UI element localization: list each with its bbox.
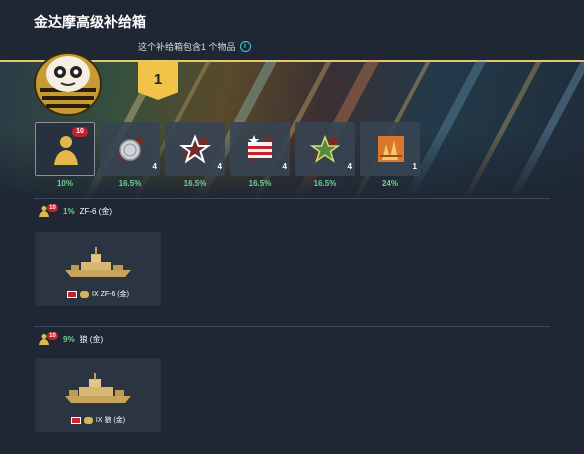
item-flag-stripes[interactable]: 4	[230, 122, 290, 176]
page-title: 金达摩高级补给箱	[34, 14, 146, 30]
item-count: 1	[153, 70, 163, 88]
item-camouflage[interactable]: 1	[360, 122, 420, 176]
item-qty: 4	[282, 162, 287, 171]
item-qty: 4	[152, 162, 157, 171]
ship-info: IX 狼 (金)	[35, 415, 161, 425]
group-name: ZF-6 (金)	[79, 206, 112, 216]
divider	[34, 326, 550, 327]
ship-icon	[65, 373, 131, 403]
coins-icon	[118, 136, 144, 162]
group-chance: 1%	[63, 206, 75, 216]
ship-icon	[65, 247, 131, 277]
group-chance: 9%	[63, 334, 75, 344]
ship-type-icon	[80, 290, 90, 298]
item-coins[interactable]: 4	[100, 122, 160, 176]
group-name: 狼 (金)	[79, 334, 104, 344]
daruma-icon	[34, 52, 102, 116]
level-badge: 10	[72, 127, 88, 137]
ship-card[interactable]: IX ZF-6 (金)	[35, 232, 161, 306]
info-icon[interactable]: i	[239, 41, 251, 52]
ship-label: IX ZF-6 (金)	[92, 291, 129, 298]
star-icon	[179, 134, 211, 164]
item-star-red[interactable]: 4	[165, 122, 225, 176]
item-count-flag: 1	[138, 62, 178, 100]
ship-label: IX 狼 (金)	[95, 417, 126, 424]
nation-flag-icon	[70, 416, 81, 424]
ship-type-icon	[83, 416, 93, 424]
chance-label: 16.5%	[248, 179, 272, 188]
level-badge: 10	[47, 204, 58, 212]
subtitle-text: 这个补给箱包含1 个物品	[138, 42, 236, 52]
group-header: 10 1% ZF-6 (金)	[38, 204, 112, 217]
subtitle: 这个补给箱包含1 个物品 i	[138, 40, 251, 53]
group-header: 10 9% 狼 (金)	[38, 332, 104, 345]
divider	[34, 198, 550, 199]
chance-label: 16.5%	[183, 179, 207, 188]
item-qty: 1	[412, 162, 417, 171]
item-qty: 4	[347, 162, 352, 171]
item-qty: 4	[217, 162, 222, 171]
chance-label: 10%	[56, 179, 73, 188]
ship-card[interactable]: IX 狼 (金)	[35, 358, 161, 432]
flag-icon	[248, 135, 274, 162]
nation-flag-icon	[67, 290, 78, 298]
star-green-icon	[309, 134, 341, 163]
chance-label: 16.5%	[118, 179, 142, 188]
item-captain[interactable]: 10	[35, 122, 95, 176]
chance-label: 16.5%	[313, 179, 337, 188]
chance-label: 24%	[381, 179, 398, 188]
ship-info: IX ZF-6 (金)	[35, 289, 161, 299]
captain-silhouette-icon	[54, 136, 78, 165]
camouflage-icon	[378, 136, 404, 162]
item-star-green[interactable]: 4	[295, 122, 355, 176]
level-badge: 10	[47, 332, 58, 340]
